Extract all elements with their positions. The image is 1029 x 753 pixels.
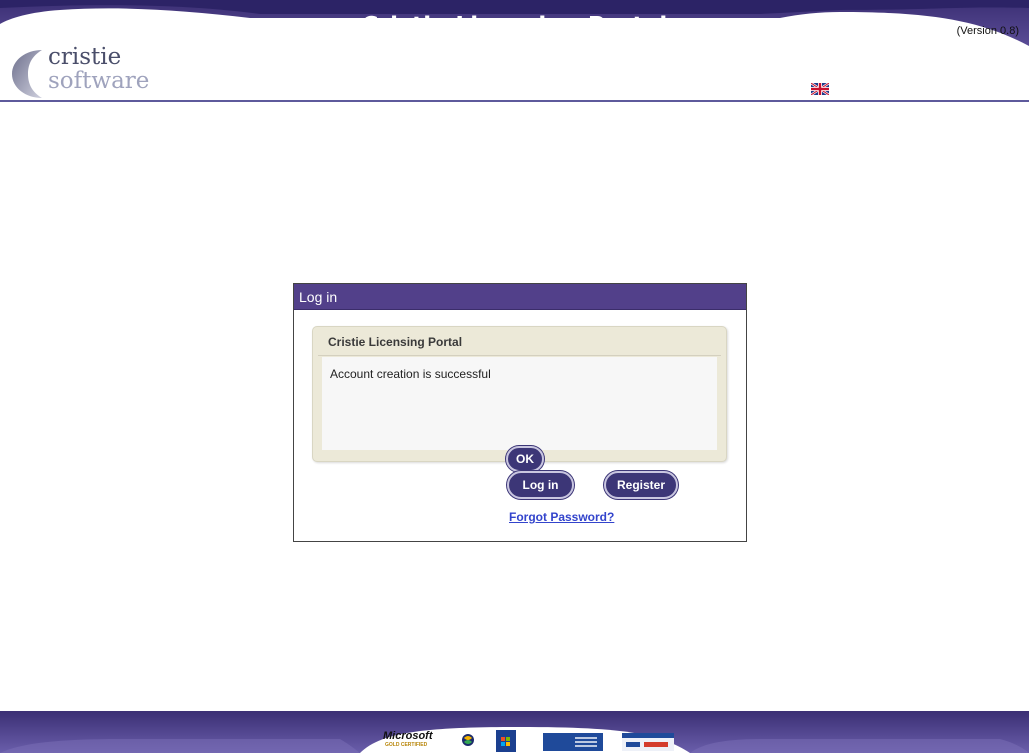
windows-badge-icon: [496, 730, 516, 752]
login-panel-title: Log in: [294, 284, 746, 310]
logo-text-cristie: cristie: [48, 44, 122, 70]
forgot-password-link[interactable]: Forgot Password?: [509, 510, 614, 524]
message-dialog-body: Account creation is successful OK: [322, 357, 717, 472]
login-button[interactable]: Log in: [507, 471, 574, 499]
uk-flag-icon[interactable]: [811, 83, 829, 95]
ok-button[interactable]: OK: [506, 446, 544, 472]
logo-text-software: software: [48, 68, 150, 94]
portal-title: Cristie Licensing Portal: [361, 13, 668, 39]
message-text: Account creation is successful: [330, 367, 491, 381]
microsoft-gold-certified-sub: GOLD CERTIFIED: [385, 742, 428, 748]
message-dialog-divider: [318, 355, 721, 356]
microsoft-gold-certified-badge: Microsoft: [383, 730, 433, 742]
login-panel: Log in Cristie Licensing Portal Account …: [293, 283, 747, 542]
message-dialog: Cristie Licensing Portal Account creatio…: [312, 326, 727, 472]
message-dialog-title: Cristie Licensing Portal: [328, 335, 463, 349]
compatible-badge-icon: [462, 734, 474, 746]
ibm-tivoli-badge-icon: [622, 733, 674, 751]
version-label: (Version 0.8): [956, 25, 1019, 37]
header-divider: [0, 100, 1029, 102]
ibm-advanced-partner-badge-icon: [543, 733, 603, 751]
register-button[interactable]: Register: [604, 471, 678, 499]
